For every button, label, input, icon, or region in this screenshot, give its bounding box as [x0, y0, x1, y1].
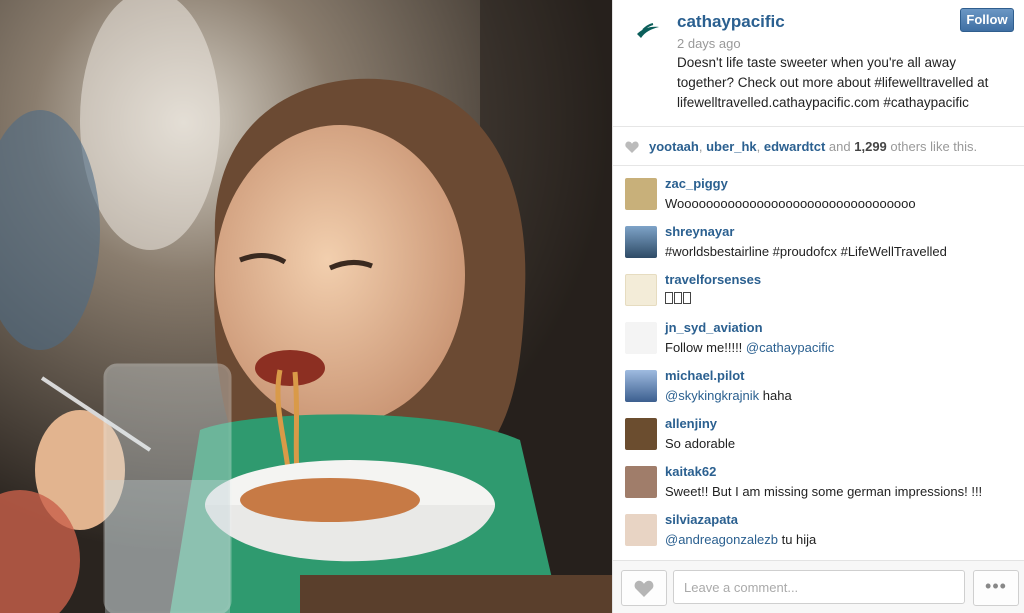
- mention-link[interactable]: @skykingkrajnik: [665, 388, 759, 403]
- avatar[interactable]: [625, 466, 657, 498]
- post-username[interactable]: cathaypacific: [677, 12, 785, 32]
- comment-username[interactable]: zac_piggy: [665, 176, 728, 191]
- comment-body: haha: [762, 388, 792, 403]
- comment-text: So adorable: [665, 436, 736, 451]
- comment-username[interactable]: kaitak62: [665, 464, 716, 479]
- comment-username[interactable]: allenjiny: [665, 416, 717, 431]
- comment-item: shreynayar #worldsbestairline #proudofcx…: [613, 214, 1024, 262]
- comment-text: Follow me!!!!! @cathaypacific: [665, 340, 834, 355]
- avatar[interactable]: [625, 322, 657, 354]
- cathay-logo-icon[interactable]: [633, 18, 661, 46]
- post-header: cathaypacific 2 days ago Doesn't life ta…: [613, 0, 1024, 127]
- comment-item: jn_syd_aviation Follow me!!!!! @cathaypa…: [613, 310, 1024, 358]
- post-photo[interactable]: [0, 0, 612, 613]
- comment-username[interactable]: silviazapata: [665, 512, 738, 527]
- avatar[interactable]: [625, 274, 657, 306]
- likes-suffix: others like this.: [890, 139, 978, 154]
- comment-text: @skykingkrajnik haha: [665, 388, 792, 403]
- comment-item: kaitak62 Sweet!! But I am missing some g…: [613, 454, 1024, 502]
- comment-input[interactable]: [673, 570, 965, 604]
- comment-list: zac_piggy Wooooooooooooooooooooooooooooo…: [613, 166, 1024, 550]
- photo-illustration: [0, 0, 612, 613]
- liker-link[interactable]: edwardtct: [764, 139, 825, 154]
- comment-text: Wooooooooooooooooooooooooooooooooo: [665, 196, 916, 211]
- more-options-button[interactable]: •••: [973, 570, 1019, 606]
- comment-item: allenjiny So adorable: [613, 406, 1024, 454]
- comment-body: tu hija: [781, 532, 817, 547]
- heart-icon: [634, 580, 654, 597]
- likes-count[interactable]: 1,299: [854, 139, 887, 154]
- comment-text: Sweet!! But I am missing some german imp…: [665, 484, 983, 499]
- mention-link[interactable]: @andreagonzalezb: [665, 532, 778, 547]
- comment-emoji-boxes: [665, 292, 691, 307]
- comment-username[interactable]: jn_syd_aviation: [665, 320, 763, 335]
- avatar[interactable]: [625, 178, 657, 210]
- comment-username[interactable]: travelforsenses: [665, 272, 761, 287]
- heart-icon: [625, 141, 639, 153]
- comment-text: #worldsbestairline #proudofcx #LifeWellT…: [665, 244, 947, 259]
- mention-link[interactable]: @cathaypacific: [746, 340, 834, 355]
- comment-username[interactable]: michael.pilot: [665, 368, 744, 383]
- avatar[interactable]: [625, 514, 657, 546]
- post-detail-panel: cathaypacific 2 days ago Doesn't life ta…: [612, 0, 1024, 613]
- likes-bar: yootaah, uber_hk, edwardtct and 1,299 ot…: [613, 127, 1024, 166]
- post-timestamp[interactable]: 2 days ago: [677, 36, 741, 51]
- likes-text: yootaah, uber_hk, edwardtct and 1,299 ot…: [649, 139, 978, 154]
- comment-item: michael.pilot @skykingkrajnik haha: [613, 358, 1024, 406]
- comment-text: @andreagonzalezb tu hija: [665, 532, 816, 547]
- liker-link[interactable]: uber_hk: [706, 139, 757, 154]
- avatar[interactable]: [625, 370, 657, 402]
- avatar[interactable]: [625, 226, 657, 258]
- follow-button[interactable]: Follow: [960, 8, 1014, 32]
- liker-link[interactable]: yootaah: [649, 139, 699, 154]
- comment-body: Follow me!!!!!: [665, 340, 743, 355]
- comment-item: silviazapata @andreagonzalezb tu hija: [613, 502, 1024, 550]
- like-button[interactable]: [621, 570, 667, 606]
- likes-and: and: [828, 139, 851, 154]
- comment-footer: •••: [613, 560, 1024, 613]
- comment-item: travelforsenses: [613, 262, 1024, 310]
- comment-item: zac_piggy Wooooooooooooooooooooooooooooo…: [613, 166, 1024, 214]
- avatar[interactable]: [625, 418, 657, 450]
- comment-username[interactable]: shreynayar: [665, 224, 734, 239]
- post-caption: Doesn't life taste sweeter when you're a…: [677, 55, 989, 110]
